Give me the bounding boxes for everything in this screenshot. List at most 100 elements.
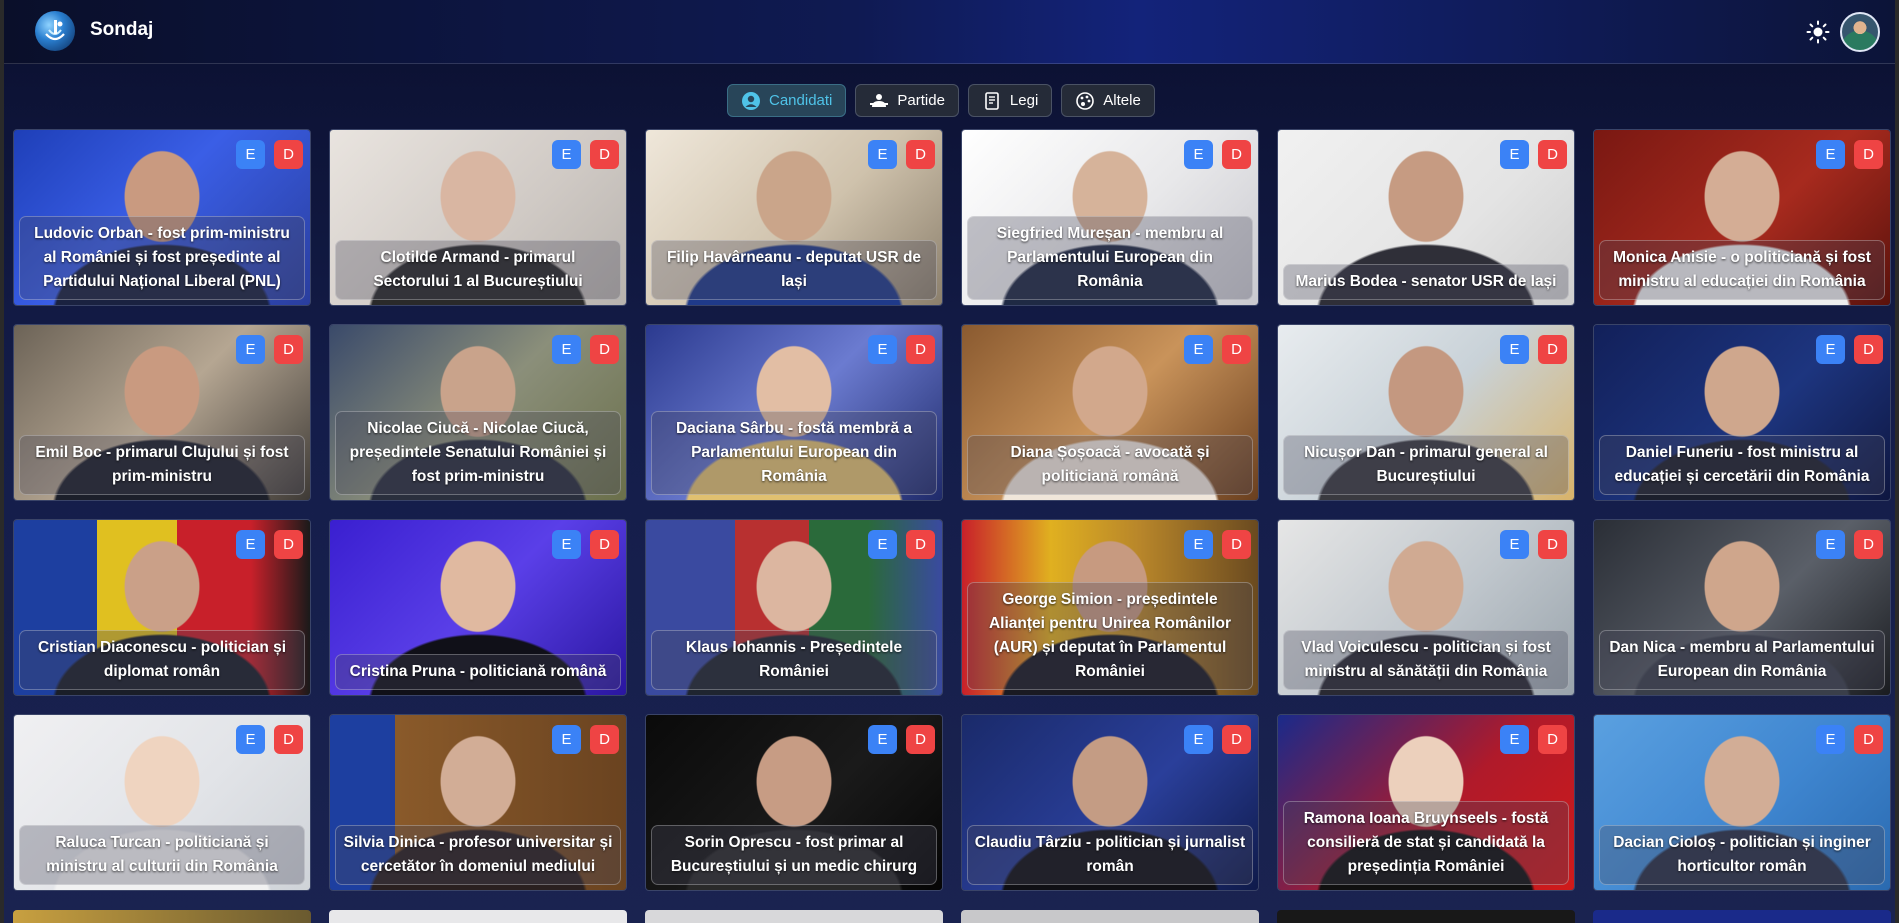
d-button[interactable]: D [1222, 530, 1251, 559]
e-button[interactable]: E [1500, 530, 1529, 559]
e-button[interactable]: E [1816, 140, 1845, 169]
d-button[interactable]: D [1538, 530, 1567, 559]
candidate-card[interactable]: E D Claudiu Târziu - politician și jurnali… [961, 714, 1259, 891]
candidate-caption: Raluca Turcan - politiciană și ministru … [19, 825, 305, 885]
e-button[interactable]: E [1184, 530, 1213, 559]
candidate-card[interactable]: E D Sorin Oprescu - fost primar al Bucureș… [645, 714, 943, 891]
d-button[interactable]: D [1538, 335, 1567, 364]
e-button[interactable]: E [1816, 725, 1845, 754]
palette-icon [1076, 91, 1095, 110]
candidate-caption: Dacian Cioloș - politician și inginer ho… [1599, 825, 1885, 885]
d-button[interactable]: D [590, 530, 619, 559]
candidate-card[interactable]: E D Daciana Sârbu - fostă membră a Parlame… [645, 324, 943, 501]
e-button[interactable]: E [552, 335, 581, 364]
candidate-card[interactable]: E D Cristian Diaconescu - politician și di… [13, 519, 311, 696]
d-button[interactable]: D [1854, 725, 1883, 754]
d-button[interactable]: D [1222, 335, 1251, 364]
e-button[interactable]: E [1184, 725, 1213, 754]
app-title[interactable]: Sondaj [90, 19, 153, 41]
sondaj-logo-icon[interactable] [35, 11, 75, 51]
candidate-card[interactable]: E D Cristina Pruna - politiciană română [329, 519, 627, 696]
e-button[interactable]: E [552, 530, 581, 559]
d-button[interactable]: D [274, 530, 303, 559]
e-button[interactable]: E [868, 530, 897, 559]
sun-icon[interactable] [1806, 20, 1830, 44]
tab-label: Partide [897, 92, 945, 109]
tab-label: Legi [1009, 92, 1039, 109]
partial-card[interactable] [1277, 910, 1575, 923]
candidate-card[interactable]: E D Raluca Turcan - politiciană și ministr… [13, 714, 311, 891]
candidate-card[interactable]: E D Klaus Iohannis - Președintele României [645, 519, 943, 696]
e-button[interactable]: E [1184, 140, 1213, 169]
candidate-card[interactable]: E D Dan Nica - membru al Parlamentului Eur… [1593, 519, 1891, 696]
candidate-caption: Filip Havârneanu - deputat USR de Iași [651, 240, 937, 300]
candidate-card[interactable]: E D Nicolae Ciucă - Nicolae Ciucă, președi… [329, 324, 627, 501]
d-button[interactable]: D [1538, 725, 1567, 754]
partial-card[interactable] [13, 910, 311, 923]
tab-label: Altele [1103, 92, 1141, 109]
user-avatar[interactable] [1840, 12, 1880, 52]
law-document-icon [985, 91, 999, 110]
d-button[interactable]: D [1222, 140, 1251, 169]
candidate-card[interactable]: E D Dacian Cioloș - politician și inginer … [1593, 714, 1891, 891]
candidate-card[interactable]: E D Ramona Ioana Bruynseels - fostă consil… [1277, 714, 1575, 891]
e-button[interactable]: E [236, 530, 265, 559]
candidate-caption: Dan Nica - membru al Parlamentului Europ… [1599, 630, 1885, 690]
partial-card[interactable] [645, 910, 943, 923]
tab-legi[interactable]: Legi [967, 84, 1053, 117]
candidate-card[interactable]: E D Emil Boc - primarul Clujului și fost p… [13, 324, 311, 501]
candidate-card[interactable]: E D Marius Bodea - senator USR de Iași [1277, 129, 1575, 306]
candidate-card[interactable]: E D Monica Anisie - o politiciană și fost … [1593, 129, 1891, 306]
d-button[interactable]: D [1222, 725, 1251, 754]
candidate-card[interactable]: E D Silvia Dinica - profesor universitar ș… [329, 714, 627, 891]
e-button[interactable]: E [552, 725, 581, 754]
e-button[interactable]: E [868, 725, 897, 754]
d-button[interactable]: D [1854, 335, 1883, 364]
candidate-caption: Cristian Diaconescu - politician și dipl… [19, 630, 305, 690]
partial-card[interactable] [329, 910, 627, 923]
candidate-caption: Silvia Dinica - profesor universitar și … [335, 825, 621, 885]
e-button[interactable]: E [1500, 140, 1529, 169]
e-button[interactable]: E [236, 335, 265, 364]
window-frame-right [1895, 0, 1899, 923]
candidate-card[interactable]: E D Clotilde Armand - primarul Sectorului … [329, 129, 627, 306]
d-button[interactable]: D [906, 530, 935, 559]
d-button[interactable]: D [590, 725, 619, 754]
candidate-card[interactable]: E D Filip Havârneanu - deputat USR de Iași [645, 129, 943, 306]
e-button[interactable]: E [552, 140, 581, 169]
e-button[interactable]: E [236, 140, 265, 169]
candidate-card[interactable]: E D Ludovic Orban - fost prim-ministru al … [13, 129, 311, 306]
candidate-card[interactable]: E D Siegfried Mureșan - membru al Parlamen… [961, 129, 1259, 306]
e-button[interactable]: E [1184, 335, 1213, 364]
e-button[interactable]: E [868, 335, 897, 364]
candidate-caption: Cristina Pruna - politiciană română [335, 654, 621, 690]
e-button[interactable]: E [1816, 335, 1845, 364]
e-button[interactable]: E [1500, 335, 1529, 364]
d-button[interactable]: D [906, 335, 935, 364]
candidate-card[interactable]: E D Daniel Funeriu - fost ministru al educ… [1593, 324, 1891, 501]
d-button[interactable]: D [274, 335, 303, 364]
d-button[interactable]: D [1538, 140, 1567, 169]
tab-altele[interactable]: Altele [1061, 84, 1155, 117]
d-button[interactable]: D [906, 725, 935, 754]
e-button[interactable]: E [1816, 530, 1845, 559]
candidate-card[interactable]: E D Vlad Voiculescu - politician și fost m… [1277, 519, 1575, 696]
candidate-card[interactable]: E D Diana Șoșoacă - avocată și politiciană… [961, 324, 1259, 501]
tab-candidati[interactable]: Candidati [727, 84, 847, 117]
candidate-card[interactable]: E D Nicușor Dan - primarul general al Bucu… [1277, 324, 1575, 501]
d-button[interactable]: D [1854, 530, 1883, 559]
partial-card[interactable] [961, 910, 1259, 923]
candidate-card[interactable]: E D George Simion - președintele Alianței … [961, 519, 1259, 696]
partial-card[interactable] [1593, 910, 1891, 923]
tab-partide[interactable]: Partide [855, 84, 959, 117]
candidate-caption: Marius Bodea - senator USR de Iași [1283, 264, 1569, 300]
e-button[interactable]: E [1500, 725, 1529, 754]
d-button[interactable]: D [1854, 140, 1883, 169]
d-button[interactable]: D [274, 140, 303, 169]
d-button[interactable]: D [590, 140, 619, 169]
d-button[interactable]: D [590, 335, 619, 364]
d-button[interactable]: D [906, 140, 935, 169]
e-button[interactable]: E [868, 140, 897, 169]
d-button[interactable]: D [274, 725, 303, 754]
e-button[interactable]: E [236, 725, 265, 754]
